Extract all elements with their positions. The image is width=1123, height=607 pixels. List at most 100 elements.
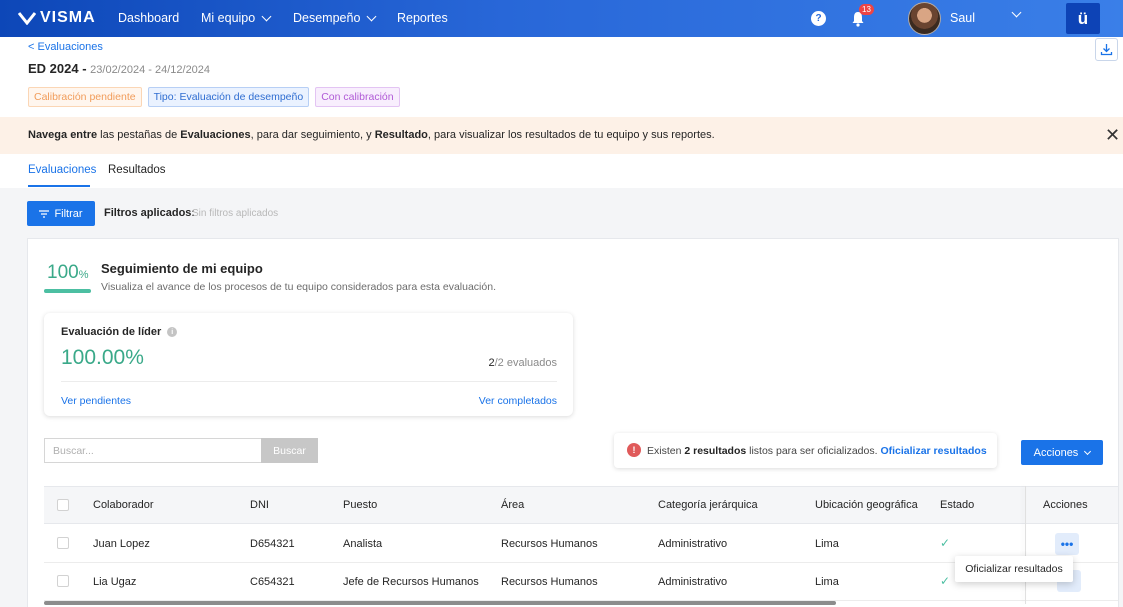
- chevron-down-icon: [261, 11, 272, 21]
- user-name[interactable]: Saul: [950, 11, 975, 25]
- results-notice-text: Existen 2 resultados listos para ser ofi…: [647, 445, 987, 457]
- notification-badge: 13: [859, 4, 874, 15]
- cell-dni: C654321: [250, 576, 295, 588]
- banner-text-4: , para dar seguimiento, y: [250, 129, 375, 141]
- nav-mi-equipo-label: Mi equipo: [201, 11, 256, 25]
- team-progress-percent: 100%: [47, 262, 88, 284]
- cell-puesto: Analista: [343, 538, 383, 550]
- cell-categoria: Administrativo: [658, 538, 728, 550]
- download-icon: [1100, 44, 1113, 56]
- col-categoria[interactable]: Categoría jerárquica: [658, 499, 758, 511]
- horizontal-scrollbar[interactable]: [44, 601, 836, 605]
- back-link[interactable]: < Evaluaciones: [28, 41, 103, 53]
- col-area[interactable]: Área: [501, 499, 524, 511]
- banner-bold-1: Navega entre: [28, 129, 98, 141]
- team-progress-value: 100: [47, 262, 79, 283]
- col-acciones: Acciones: [1043, 499, 1088, 511]
- select-all-checkbox[interactable]: [57, 499, 69, 511]
- banner-text-6: , para visualizar los resultados de tu e…: [427, 129, 715, 141]
- status-check-icon: ✓: [940, 574, 951, 588]
- filter-button[interactable]: Filtrar: [27, 201, 95, 226]
- close-icon[interactable]: ✕: [1105, 126, 1120, 144]
- col-ubicacion[interactable]: Ubicación geográfica: [815, 499, 918, 511]
- visma-logo[interactable]: VISMA: [18, 9, 96, 27]
- tabs-bar: [0, 154, 1123, 188]
- status-tags: Calibración pendiente Tipo: Evaluación d…: [28, 87, 400, 107]
- logo-text: VISMA: [40, 9, 96, 26]
- cell-colaborador: Juan Lopez: [93, 538, 150, 550]
- evaluated-total: /2 evaluados: [494, 357, 557, 369]
- evaluation-dates: 23/02/2024 - 24/12/2024: [90, 64, 211, 76]
- cell-colaborador: Lia Ugaz: [93, 576, 137, 588]
- leader-evaluation-percent: 100.00%: [61, 346, 144, 369]
- banner-text-2: las pestañas de: [97, 129, 181, 141]
- info-icon[interactable]: i: [167, 327, 178, 337]
- visma-logo-icon: [18, 12, 36, 25]
- cell-ubicacion: Lima: [815, 538, 839, 550]
- help-icon[interactable]: ?: [811, 11, 826, 26]
- leader-evaluation-title-text: Evaluación de líder: [61, 326, 162, 338]
- nav-mi-equipo[interactable]: Mi equipo: [201, 11, 272, 25]
- cell-puesto: Jefe de Recursos Humanos: [343, 576, 479, 588]
- tag-with-calibration: Con calibración: [315, 87, 400, 107]
- nav-desempeno-label: Desempeño: [293, 11, 361, 25]
- view-completed-link[interactable]: Ver completados: [479, 395, 557, 407]
- tab-evaluaciones[interactable]: Evaluaciones: [28, 164, 96, 176]
- actions-button[interactable]: Acciones: [1021, 440, 1103, 465]
- banner-bold-5: Resultado: [374, 129, 428, 141]
- evaluation-title: ED 2024 -: [28, 61, 91, 76]
- filter-icon: [39, 209, 50, 218]
- officialize-results-link[interactable]: Oficializar resultados: [880, 445, 986, 457]
- col-colaborador[interactable]: Colaborador: [93, 499, 154, 511]
- nav-reportes-label: Reportes: [397, 11, 448, 25]
- evaluated-count: 2/2 evaluados: [488, 357, 557, 369]
- notice-pre: Existen: [647, 445, 685, 457]
- avatar[interactable]: [908, 2, 941, 35]
- active-tab-indicator: [28, 185, 90, 187]
- chevron-down-icon: [366, 11, 377, 21]
- filter-button-label: Filtrar: [54, 207, 83, 220]
- notice-post: listos para ser oficializados.: [746, 445, 881, 457]
- tag-calibration-pending: Calibración pendiente: [28, 87, 142, 107]
- cell-dni: D654321: [250, 538, 295, 550]
- col-dni[interactable]: DNI: [250, 499, 269, 511]
- row-checkbox[interactable]: [57, 575, 69, 587]
- cell-area: Recursos Humanos: [501, 576, 598, 588]
- tab-resultados[interactable]: Resultados: [108, 164, 166, 176]
- section-title: Seguimiento de mi equipo: [101, 261, 263, 276]
- cell-area: Recursos Humanos: [501, 538, 598, 550]
- view-pending-link[interactable]: Ver pendientes: [61, 395, 131, 407]
- chevron-down-icon: [1084, 447, 1092, 455]
- actions-button-label: Acciones: [1033, 446, 1079, 459]
- officialize-results-menu-item[interactable]: Oficializar resultados: [955, 556, 1073, 582]
- sticky-column-divider: [1025, 486, 1026, 604]
- divider: [61, 381, 557, 382]
- col-puesto[interactable]: Puesto: [343, 499, 377, 511]
- banner-bold-3: Evaluaciones: [180, 129, 251, 141]
- app-switcher-button[interactable]: ü: [1066, 3, 1100, 34]
- notice-bold: 2 resultados: [684, 445, 747, 457]
- nav-desempeno[interactable]: Desempeño: [293, 11, 377, 25]
- applied-filters-label: Filtros aplicados:: [104, 207, 196, 219]
- download-button[interactable]: [1095, 38, 1118, 61]
- applied-filters-value: Sin filtros aplicados: [192, 208, 279, 219]
- row-checkbox[interactable]: [57, 537, 69, 549]
- page-title: ED 2024 - 23/02/2024 - 24/12/2024: [28, 61, 210, 76]
- info-banner-text: Navega entre las pestañas de Evaluacione…: [28, 129, 715, 141]
- nav-dashboard-label: Dashboard: [118, 11, 180, 25]
- status-check-icon: ✓: [940, 536, 951, 550]
- cell-ubicacion: Lima: [815, 576, 839, 588]
- team-progress-fill: [44, 289, 91, 293]
- nav-reportes[interactable]: Reportes: [397, 11, 448, 25]
- search-input[interactable]: [44, 438, 262, 463]
- col-estado[interactable]: Estado: [940, 499, 974, 511]
- row-actions-more-icon[interactable]: •••: [1055, 533, 1079, 555]
- search-button[interactable]: Buscar: [261, 438, 318, 463]
- alert-icon: !: [627, 443, 641, 457]
- leader-evaluation-title: Evaluación de líder i: [61, 326, 178, 338]
- team-progress-bar: [44, 289, 91, 293]
- team-progress-unit: %: [78, 269, 89, 281]
- cell-categoria: Administrativo: [658, 576, 728, 588]
- section-subtitle: Visualiza el avance de los procesos de t…: [101, 281, 496, 293]
- nav-dashboard[interactable]: Dashboard: [118, 11, 179, 25]
